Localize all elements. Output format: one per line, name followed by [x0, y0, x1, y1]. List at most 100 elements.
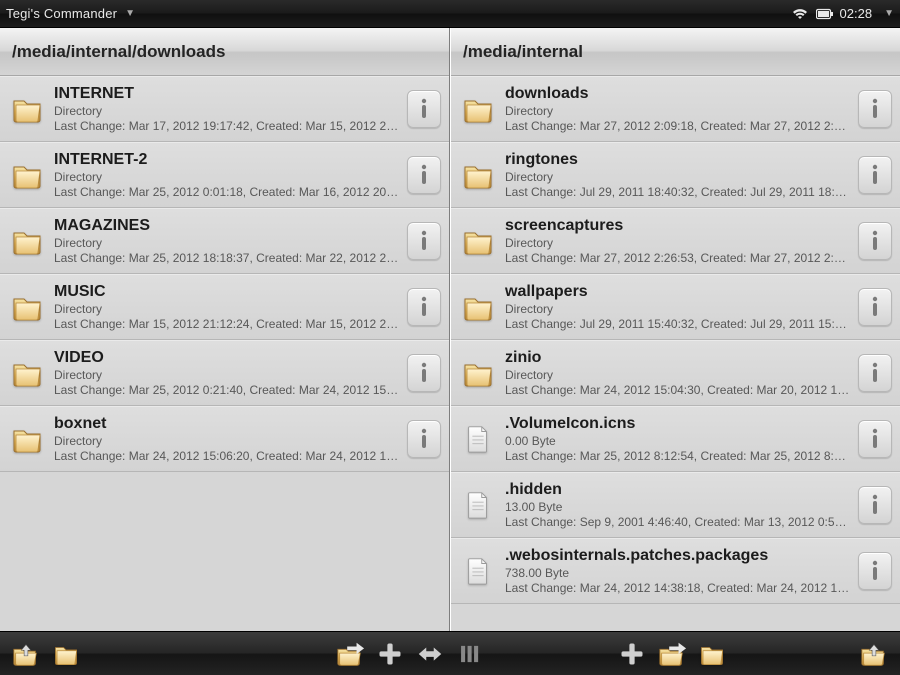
info-button[interactable]	[858, 354, 892, 392]
item-meta: screencaptures Directory Last Change: Ma…	[505, 217, 850, 265]
item-meta: ringtones Directory Last Change: Jul 29,…	[505, 151, 850, 199]
item-dates: Last Change: Sep 9, 2001 4:46:40, Create…	[505, 515, 850, 529]
list-item[interactable]: .VolumeIcon.icns 0.00 Byte Last Change: …	[451, 406, 900, 472]
item-name: ringtones	[505, 151, 850, 169]
info-button[interactable]	[407, 222, 441, 260]
folder-icon	[10, 224, 44, 258]
item-kind: Directory	[505, 368, 850, 382]
app-menu-arrow-icon[interactable]: ▼	[125, 8, 135, 19]
item-dates: Last Change: Mar 24, 2012 15:06:20, Crea…	[54, 449, 399, 463]
folder-icon	[461, 290, 495, 324]
toolbar-left	[6, 636, 450, 672]
folder-icon	[461, 356, 495, 390]
right-path-header[interactable]: /media/internal	[451, 28, 900, 76]
item-meta: MAGAZINES Directory Last Change: Mar 25,…	[54, 217, 399, 265]
item-dates: Last Change: Jul 29, 2011 15:40:32, Crea…	[505, 317, 850, 331]
item-dates: Last Change: Mar 27, 2012 2:09:18, Creat…	[505, 119, 850, 133]
list-item[interactable]: screencaptures Directory Last Change: Ma…	[451, 208, 900, 274]
item-dates: Last Change: Mar 24, 2012 14:38:18, Crea…	[505, 581, 850, 595]
toolbar-copy-to-button[interactable]	[332, 636, 368, 672]
info-button[interactable]	[407, 288, 441, 326]
left-file-list[interactable]: INTERNET Directory Last Change: Mar 17, …	[0, 76, 449, 631]
item-dates: Last Change: Mar 25, 2012 18:18:37, Crea…	[54, 251, 399, 265]
clock[interactable]: 02:28	[840, 6, 873, 21]
item-meta: VIDEO Directory Last Change: Mar 25, 201…	[54, 349, 399, 397]
file-icon	[461, 488, 495, 522]
list-item[interactable]: MAGAZINES Directory Last Change: Mar 25,…	[0, 208, 449, 274]
info-button[interactable]	[407, 90, 441, 128]
battery-icon[interactable]	[816, 8, 834, 20]
list-item[interactable]: wallpapers Directory Last Change: Jul 29…	[451, 274, 900, 340]
file-icon	[461, 554, 495, 588]
item-meta: zinio Directory Last Change: Mar 24, 201…	[505, 349, 850, 397]
item-name: INTERNET	[54, 85, 399, 103]
system-menu-arrow-icon[interactable]: ▼	[884, 8, 894, 19]
left-path-text: /media/internal/downloads	[12, 42, 225, 62]
list-item[interactable]: .hidden 13.00 Byte Last Change: Sep 9, 2…	[451, 472, 900, 538]
list-item[interactable]: .webosinternals.patches.packages 738.00 …	[451, 538, 900, 604]
toolbar-open-button[interactable]	[694, 636, 730, 672]
list-item[interactable]: zinio Directory Last Change: Mar 24, 201…	[451, 340, 900, 406]
folder-icon	[461, 224, 495, 258]
left-pane: /media/internal/downloads INTERNET Direc…	[0, 28, 450, 631]
list-item[interactable]: INTERNET-2 Directory Last Change: Mar 25…	[0, 142, 449, 208]
item-kind: Directory	[54, 434, 399, 448]
left-path-header[interactable]: /media/internal/downloads	[0, 28, 449, 76]
list-item[interactable]: boxnet Directory Last Change: Mar 24, 20…	[0, 406, 449, 472]
list-item[interactable]: INTERNET Directory Last Change: Mar 17, …	[0, 76, 449, 142]
item-name: MAGAZINES	[54, 217, 399, 235]
item-name: wallpapers	[505, 283, 850, 301]
info-button[interactable]	[858, 90, 892, 128]
item-name: boxnet	[54, 415, 399, 433]
wifi-icon[interactable]	[792, 8, 808, 20]
toolbar-view-mode-button[interactable]	[452, 636, 488, 672]
item-kind: 738.00 Byte	[505, 566, 850, 580]
item-dates: Last Change: Jul 29, 2011 18:40:32, Crea…	[505, 185, 850, 199]
right-path-text: /media/internal	[463, 42, 583, 62]
info-button[interactable]	[407, 420, 441, 458]
toolbar-new-button[interactable]	[372, 636, 408, 672]
info-button[interactable]	[407, 156, 441, 194]
item-dates: Last Change: Mar 17, 2012 19:17:42, Crea…	[54, 119, 399, 133]
folder-icon	[10, 356, 44, 390]
item-dates: Last Change: Mar 25, 2012 0:01:18, Creat…	[54, 185, 399, 199]
list-item[interactable]: VIDEO Directory Last Change: Mar 25, 201…	[0, 340, 449, 406]
item-dates: Last Change: Mar 24, 2012 15:04:30, Crea…	[505, 383, 850, 397]
item-name: .hidden	[505, 481, 850, 499]
item-kind: 0.00 Byte	[505, 434, 850, 448]
info-button[interactable]	[407, 354, 441, 392]
info-button[interactable]	[858, 288, 892, 326]
item-meta: INTERNET-2 Directory Last Change: Mar 25…	[54, 151, 399, 199]
item-meta: .webosinternals.patches.packages 738.00 …	[505, 547, 850, 595]
toolbar-open-button[interactable]	[48, 636, 84, 672]
item-name: MUSIC	[54, 283, 399, 301]
list-item[interactable]: MUSIC Directory Last Change: Mar 15, 201…	[0, 274, 449, 340]
right-pane: /media/internal downloads Directory Last…	[450, 28, 900, 631]
item-kind: Directory	[505, 104, 850, 118]
info-button[interactable]	[858, 222, 892, 260]
folder-icon	[10, 158, 44, 192]
item-kind: Directory	[54, 368, 399, 382]
info-button[interactable]	[858, 156, 892, 194]
toolbar-new-button[interactable]	[614, 636, 650, 672]
list-item[interactable]: downloads Directory Last Change: Mar 27,…	[451, 76, 900, 142]
item-meta: MUSIC Directory Last Change: Mar 15, 201…	[54, 283, 399, 331]
toolbar-up-button[interactable]	[8, 636, 44, 672]
toolbar-swap-button[interactable]	[412, 636, 448, 672]
file-icon	[461, 422, 495, 456]
toolbar-copy-to-button[interactable]	[654, 636, 690, 672]
item-name: zinio	[505, 349, 850, 367]
list-item[interactable]: ringtones Directory Last Change: Jul 29,…	[451, 142, 900, 208]
item-kind: Directory	[54, 170, 399, 184]
toolbar-up-button[interactable]	[856, 636, 892, 672]
item-dates: Last Change: Mar 25, 2012 0:21:40, Creat…	[54, 383, 399, 397]
info-button[interactable]	[858, 552, 892, 590]
item-kind: Directory	[505, 302, 850, 316]
info-button[interactable]	[858, 486, 892, 524]
item-kind: Directory	[505, 236, 850, 250]
right-file-list[interactable]: downloads Directory Last Change: Mar 27,…	[451, 76, 900, 631]
app-title[interactable]: Tegi's Commander	[6, 6, 117, 21]
item-kind: 13.00 Byte	[505, 500, 850, 514]
item-dates: Last Change: Mar 27, 2012 2:26:53, Creat…	[505, 251, 850, 265]
info-button[interactable]	[858, 420, 892, 458]
